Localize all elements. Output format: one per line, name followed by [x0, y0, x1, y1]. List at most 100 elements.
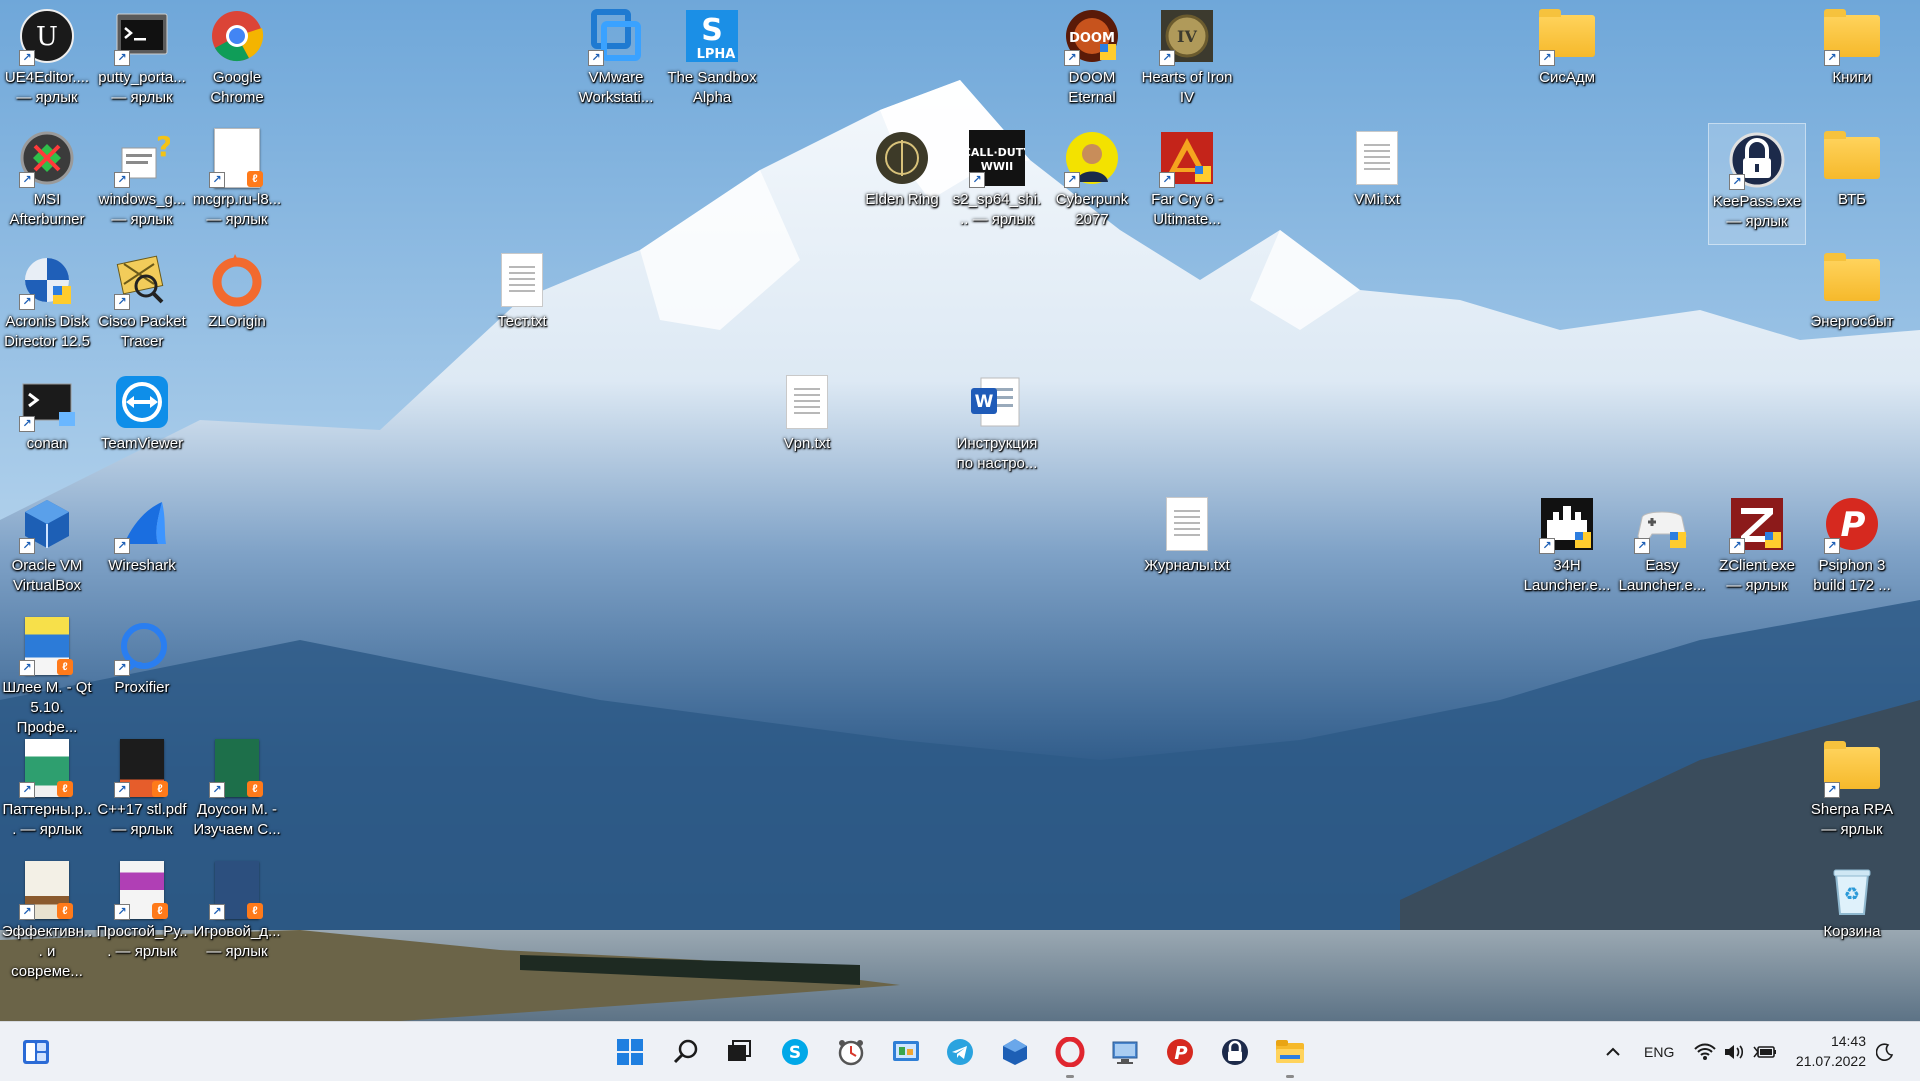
start-button[interactable] — [610, 1032, 650, 1072]
desktop-icon-sysadm-folder[interactable]: ↗ СисАдм — [1519, 0, 1615, 120]
widgets-button[interactable] — [16, 1032, 56, 1072]
remote-desktop-button[interactable] — [1105, 1032, 1145, 1072]
desktop-icon-vmware[interactable]: ↗ VMware Workstati... — [568, 0, 664, 120]
desktop-icon-label: Google Chrome — [210, 69, 264, 106]
desktop-icon-label: Cyberpunk 2077 — [1055, 191, 1129, 228]
running-indicator — [1286, 1075, 1294, 1078]
file-explorer-button[interactable] — [1270, 1032, 1310, 1078]
desktop-icon-acronis[interactable]: ↗ Acronis Disk Director 12.5 — [0, 244, 95, 364]
desktop-icon-doom-eternal[interactable]: DOOM ↗ DOOM Eternal — [1044, 0, 1140, 120]
shortcut-arrow-icon: ↗ — [19, 538, 35, 554]
desktop-icon-books-folder[interactable]: ↗ Книги — [1804, 0, 1900, 120]
desktop-icon-cpp17-book[interactable]: ℓ ↗ C++17 stl.pdf — ярлык — [94, 732, 190, 852]
desktop-icon-conan[interactable]: ↗ conan — [0, 366, 95, 486]
desktop-icon-effective-book[interactable]: ℓ ↗ Эффективн... и совреме... — [0, 854, 95, 980]
shortcut-arrow-icon: ↗ — [1539, 538, 1555, 554]
desktop-icon-zlorigin[interactable]: ZLOrigin — [189, 244, 285, 364]
desktop-icon-google-chrome[interactable]: Google Chrome — [189, 0, 285, 120]
desktop-icon-proxifier[interactable]: ↗ Proxifier — [94, 610, 190, 730]
desktop-icon-label: 34H Launcher.e... — [1523, 557, 1611, 594]
pdf-badge-icon: ℓ — [247, 781, 263, 797]
desktop-icon-wireshark[interactable]: ↗ Wireshark — [94, 488, 190, 608]
desktop-icon-patterns-book[interactable]: ℓ ↗ Паттерны.p... — ярлык — [0, 732, 95, 852]
remote-desktop-icon — [1112, 1041, 1138, 1064]
desktop-icon-energosbyt-folder[interactable]: Энергосбыт — [1804, 244, 1900, 364]
desktop-icon-label: Cisco Packet Tracer — [98, 313, 186, 350]
desktop-icon-zclient[interactable]: ↗ ZClient.exe — ярлык — [1709, 488, 1805, 608]
wifi-icon — [1694, 1043, 1716, 1060]
desktop-icon-instruction-doc[interactable]: W Инструкция по настро... — [949, 366, 1045, 486]
desktop-icon-python-book[interactable]: ℓ ↗ Простой_Ру... — ярлык — [94, 854, 190, 974]
desktop-icon-virtualbox[interactable]: ↗ Oracle VM VirtualBox — [0, 488, 95, 608]
battery-button[interactable] — [1753, 1022, 1777, 1081]
desktop-icon-label: СисАдм — [1539, 69, 1595, 86]
text-file-icon — [1356, 131, 1398, 185]
desktop-icon-label: ВТБ — [1837, 191, 1866, 208]
shortcut-arrow-icon: ↗ — [1159, 50, 1175, 66]
desktop-icon-hearts-of-iron[interactable]: IV ↗ Hearts of Iron IV — [1139, 0, 1235, 120]
system-clock[interactable]: 14:43 21.07.2022 — [1796, 1031, 1866, 1071]
desktop-icon-test-txt[interactable]: Тест.txt — [474, 244, 570, 364]
shortcut-arrow-icon: ↗ — [19, 50, 35, 66]
task-view-button[interactable] — [719, 1032, 759, 1072]
desktop-icon-call-of-duty[interactable]: CALL·DUTYWWII↗ s2_sp64_shi... — ярлык — [949, 122, 1045, 242]
desktop-icon-easy-launcher[interactable]: ↗ Easy Launcher.e... — [1614, 488, 1710, 608]
desktop-icon-34h-launcher[interactable]: ↗ 34H Launcher.e... — [1519, 488, 1615, 608]
desktop-icon-windows-script[interactable]: ? ↗ windows_g... — ярлык — [94, 122, 190, 242]
desktop-icon-vtb-folder[interactable]: ВТБ — [1804, 122, 1900, 242]
desktop-icon-recycle-bin[interactable]: ♻ Корзина — [1804, 854, 1900, 974]
pdf-badge-icon: ℓ — [152, 903, 168, 919]
task-view-icon — [728, 1040, 751, 1061]
desktop-icon-dawson-book[interactable]: ℓ ↗ Доусон М. - Изучаем С... — [189, 732, 285, 852]
shortcut-arrow-icon: ↗ — [19, 416, 35, 432]
desktop-icon-journals-txt[interactable]: Журналы.txt — [1139, 488, 1235, 608]
desktop-icon-qt-book[interactable]: ℓ ↗ Шлее М. - Qt 5.10. Профе... — [0, 610, 95, 736]
language-indicator[interactable]: ENG — [1644, 1022, 1674, 1081]
skype-button[interactable]: S — [775, 1032, 815, 1072]
desktop-icon-sherpa-rpa[interactable]: ↗ Sherpa RPA — ярлык — [1804, 732, 1900, 852]
desktop-icon-putty[interactable]: ↗ putty_porta... — ярлык — [94, 0, 190, 120]
desktop-icon-label: TeamViewer — [100, 435, 184, 452]
opera-icon — [1055, 1037, 1085, 1067]
desktop-icon-ue4editor[interactable]: U ↗ UE4Editor.... — ярлык — [0, 0, 95, 120]
desktop-icon-label: Psiphon 3 build 172 ... — [1813, 557, 1891, 594]
shortcut-arrow-icon: ↗ — [209, 782, 225, 798]
svg-text:U: U — [36, 22, 58, 52]
telegram-icon — [947, 1039, 973, 1065]
desktop-icon-game-engine-book[interactable]: ℓ ↗ Игровой_д... — ярлык — [189, 854, 285, 974]
control-panel-button[interactable] — [886, 1032, 926, 1072]
desktop-icon-keepass[interactable]: ↗ KeePass.exe — ярлык — [1708, 123, 1806, 245]
network-button[interactable] — [1694, 1022, 1716, 1081]
keepass-button[interactable] — [1215, 1032, 1255, 1072]
pdf-badge-icon: ℓ — [57, 659, 73, 675]
desktop-icon-vpn-txt[interactable]: Vpn.txt — [759, 366, 855, 486]
tray-overflow-button[interactable] — [1604, 1022, 1622, 1081]
virtualbox-button[interactable] — [995, 1032, 1035, 1072]
desktop-icon-cyberpunk[interactable]: ↗ Cyberpunk 2077 — [1044, 122, 1140, 242]
psiphon-button[interactable]: P — [1160, 1032, 1200, 1072]
opera-button[interactable] — [1050, 1032, 1090, 1078]
desktop-icon-teamviewer[interactable]: TeamViewer — [94, 366, 190, 486]
desktop-icon-label: Эффективн... и совреме... — [1, 923, 93, 980]
desktop-icon-sandbox-alpha[interactable]: S LPHA The Sandbox Alpha — [664, 0, 760, 120]
clock-app-button[interactable] — [831, 1032, 871, 1072]
desktop-icon-elden-ring[interactable]: Elden Ring — [854, 122, 950, 242]
desktop-icon-cisco-packet-tracer[interactable]: ↗ Cisco Packet Tracer — [94, 244, 190, 364]
desktop-icon-far-cry-6[interactable]: ↗ Far Cry 6 - Ultimate... — [1139, 122, 1235, 242]
desktop-icon-label: MSI Afterburner — [9, 191, 85, 228]
desktop-icon-msi-afterburner[interactable]: ↗ MSI Afterburner — [0, 122, 95, 242]
volume-button[interactable] — [1723, 1022, 1745, 1081]
telegram-button[interactable] — [940, 1032, 980, 1072]
desktop-icon-mcgrp-pdf[interactable]: ℓ ↗ mcgrp.ru-l8... — ярлык — [189, 122, 285, 242]
pdf-badge-icon: ℓ — [57, 903, 73, 919]
word-document-icon: W — [971, 377, 1020, 427]
desktop-icon-psiphon[interactable]: P ↗ Psiphon 3 build 172 ... — [1804, 488, 1900, 608]
alarm-clock-icon — [838, 1040, 864, 1066]
notification-button[interactable] — [1876, 1022, 1894, 1081]
desktop-icon-label: VMware Workstati... — [578, 69, 654, 106]
widgets-icon — [23, 1040, 49, 1064]
shortcut-arrow-icon: ↗ — [1539, 50, 1555, 66]
desktop-icon-label: Wireshark — [108, 557, 176, 574]
search-button[interactable] — [666, 1032, 706, 1072]
desktop-icon-vmi-txt[interactable]: VMi.txt — [1329, 122, 1425, 242]
